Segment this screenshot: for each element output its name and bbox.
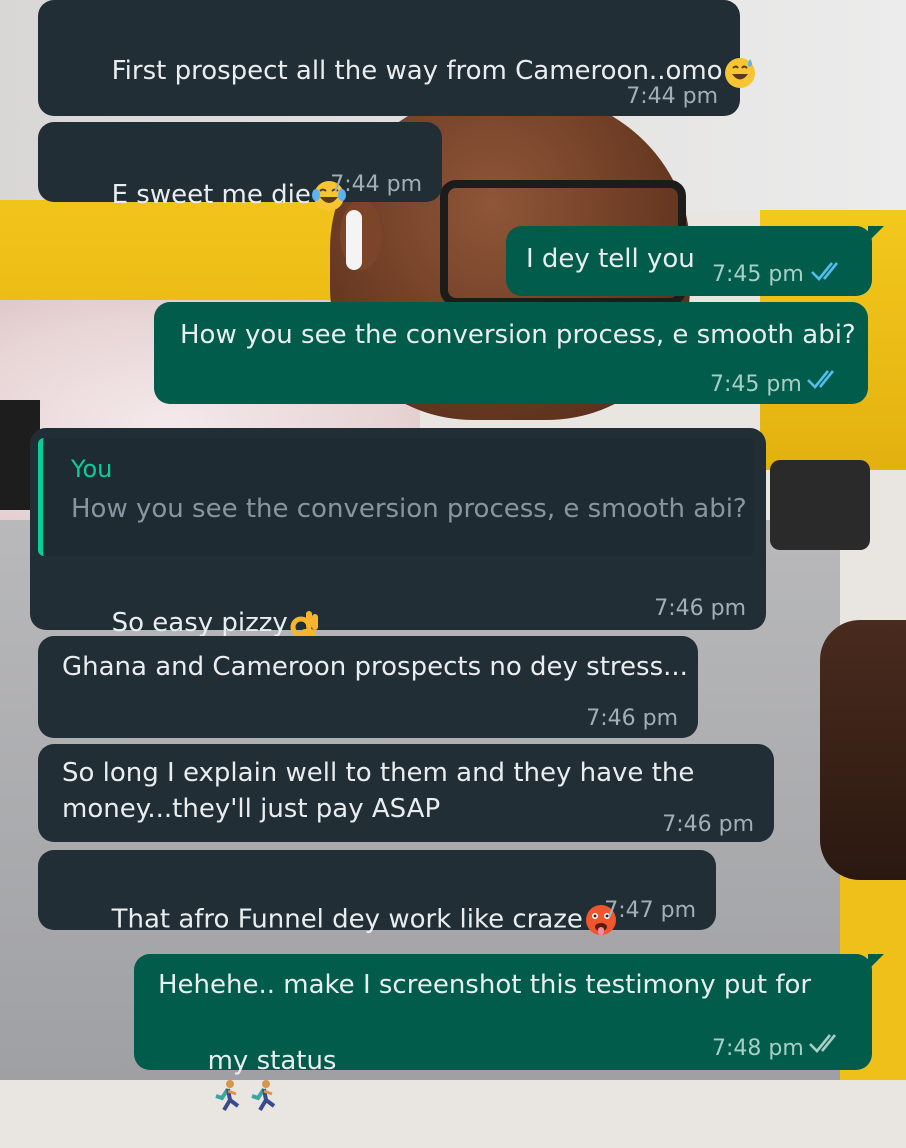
message-text-line: money...they'll just pay ASAP: [62, 794, 441, 824]
message-list[interactable]: First prospect all the way from Cameroon…: [0, 0, 906, 1112]
quote-text: How you see the conversion process, e sm…: [71, 494, 747, 524]
read-ticks-icon: [807, 370, 835, 389]
message-time: 7:46 pm: [586, 706, 678, 731]
message-time: 7:48 pm: [712, 1036, 804, 1061]
message-bubble-incoming[interactable]: That afro Funnel dey work like craze 7:4…: [38, 850, 716, 935]
message-text: I dey tell you: [526, 244, 695, 274]
message-time: 7:46 pm: [654, 596, 746, 621]
message-text: So easy pizzy: [111, 608, 288, 638]
message-bubble-incoming[interactable]: So long I explain well to them and they …: [38, 744, 774, 842]
person-running-emoji: [214, 1080, 239, 1112]
quote-author: You: [71, 455, 113, 483]
message-bubble-outgoing[interactable]: I dey tell you 7:45 pm: [506, 226, 884, 296]
quoted-message[interactable]: You How you see the conversion process, …: [38, 438, 754, 556]
message-time: 7:45 pm: [712, 262, 804, 287]
message-time: 7:45 pm: [710, 372, 802, 397]
message-text: That afro Funnel dey work like craze: [111, 904, 583, 935]
message-bubble-incoming[interactable]: First prospect all the way from Cameroon…: [38, 0, 755, 116]
message-time: 7:44 pm: [626, 84, 718, 109]
delivered-ticks-icon: [809, 1034, 837, 1053]
message-text: E sweet me die: [111, 180, 311, 210]
read-ticks-icon: [811, 262, 839, 281]
message-text-line: So long I explain well to them and they …: [62, 758, 695, 788]
message-time: 7:44 pm: [330, 172, 422, 197]
message-text-line: Hehehe.. make I screenshot this testimon…: [158, 970, 812, 1000]
message-time: 7:46 pm: [662, 812, 754, 837]
person-running-emoji: [250, 1080, 275, 1112]
message-bubble-outgoing[interactable]: Hehehe.. make I screenshot this testimon…: [134, 954, 884, 1112]
message-bubble-outgoing[interactable]: How you see the conversion process, e sm…: [154, 302, 868, 404]
message-time: 7:47 pm: [604, 898, 696, 923]
message-bubble-incoming[interactable]: You How you see the conversion process, …: [30, 428, 766, 639]
message-text: How you see the conversion process, e sm…: [180, 320, 856, 350]
message-bubble-incoming[interactable]: E sweet me die 7:44 pm: [38, 122, 442, 211]
message-text-line: my status: [207, 1046, 337, 1076]
message-text: Ghana and Cameroon prospects no dey stre…: [62, 652, 688, 682]
message-bubble-incoming[interactable]: Ghana and Cameroon prospects no dey stre…: [38, 636, 698, 738]
sweat-smile-emoji: [724, 57, 755, 88]
